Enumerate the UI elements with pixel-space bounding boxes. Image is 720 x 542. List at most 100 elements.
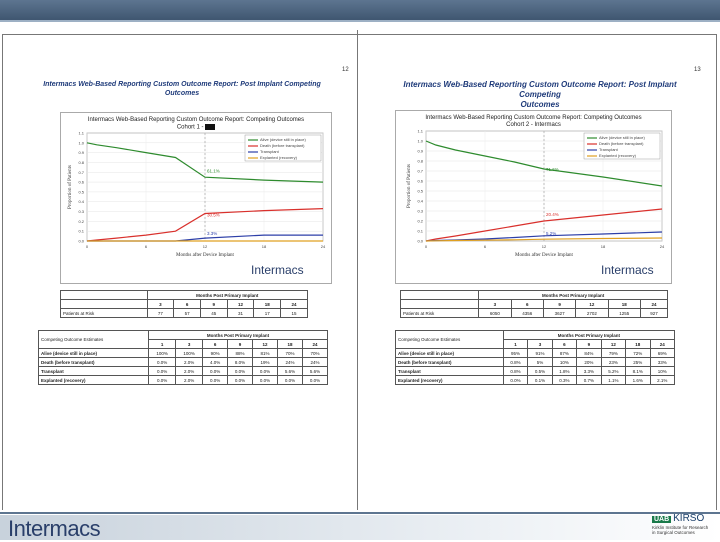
x-axis-label: Months after Device Implant — [176, 253, 235, 258]
table-col-header: 12 — [575, 299, 609, 309]
y-tick-label: 0.6 — [78, 180, 84, 185]
table-cell: 0.0% — [202, 375, 229, 385]
y-tick-label: 0.0 — [417, 239, 423, 244]
table-cell: 10% — [649, 366, 675, 376]
table-cell: 91% — [527, 348, 553, 358]
row-label: Death (before transplant) — [37, 357, 150, 367]
x-tick-label: 6 — [145, 244, 148, 249]
table-cell: 15 — [280, 308, 308, 318]
y-tick-label: 0.5 — [78, 189, 84, 194]
x-tick-label: 18 — [601, 244, 606, 249]
x-tick-label: 24 — [321, 244, 326, 249]
table-cell: 24% — [277, 357, 303, 367]
table-cell: 6050 — [478, 308, 512, 318]
table-cell: 70% — [277, 348, 303, 358]
table-cell: 33% — [649, 357, 675, 367]
table-col-header: 6 — [202, 339, 229, 349]
x-axis-label: Months after Device Implant — [515, 253, 574, 258]
table-cell: 72% — [625, 348, 651, 358]
legend-label: Death (before transplant) — [260, 143, 305, 148]
kirso-line2: in Surgical Outcomes — [652, 530, 695, 535]
data-label-death: 30.5% — [207, 212, 220, 217]
y-tick-label: 0.0 — [78, 239, 84, 244]
data-label-transplant: 3.3% — [207, 231, 217, 236]
table-row: Explanted (recovery) 0.0% 2.0% 0.0% 0.0% 0.0%… — [37, 375, 329, 385]
table-cell: 1.6% — [625, 375, 651, 385]
table-cell: 0.8% — [502, 357, 529, 367]
y-tick-label: 1.1 — [78, 131, 84, 136]
y-tick-label: 0.6 — [417, 179, 423, 184]
table-cell: 19% — [252, 357, 279, 367]
y-tick-label: 0.9 — [417, 149, 423, 154]
table-header: Months Post Primary Implant — [146, 290, 309, 300]
table-cell: 0.3% — [551, 375, 578, 385]
table-col-header: 12 — [600, 339, 627, 349]
table-label: Competing Outcome Estimates — [37, 330, 150, 349]
table-col-row: 3 6 9 12 18 24 — [399, 299, 669, 309]
table-cell: 5% — [527, 357, 553, 367]
row-label: Transplant — [395, 366, 504, 376]
data-label-alive: 61.1% — [207, 168, 220, 173]
y-tick-label: 0.3 — [417, 209, 423, 214]
left-report-title-line1: Intermacs Web-Based Reporting Custom Out… — [43, 81, 321, 88]
table-cell: 0.0% — [148, 357, 177, 367]
x-tick-label: 18 — [262, 244, 267, 249]
y-tick-label: 0.2 — [78, 219, 84, 224]
table-cell: 4.0% — [202, 357, 229, 367]
y-axis-label: Proportion of Patients — [68, 165, 73, 209]
table-cell: 3.3% — [576, 366, 602, 376]
table-cell: 81% — [252, 348, 279, 358]
right-chart-brand: Intermacs — [601, 263, 654, 277]
table-col-header: 18 — [253, 299, 282, 309]
table-row: Transplant 0.0% 2.0% 0.0% 0.0% 0.0% 5.6% 5.6% — [37, 366, 329, 376]
empty-cell — [399, 290, 480, 300]
row-label: Death (before transplant) — [395, 357, 504, 367]
table-cell: 0.0% — [277, 375, 303, 385]
table-cell: 5.6% — [277, 366, 303, 376]
table-cell: 20% — [576, 357, 602, 367]
table-col-header: 6 — [510, 299, 544, 309]
table-cell: 2702 — [575, 308, 609, 318]
left-chart-panel: Intermacs Web-Based Reporting Custom Out… — [60, 112, 332, 284]
table-cell: 0.0% — [252, 375, 279, 385]
table-cell: 2.0% — [175, 375, 204, 385]
table-cell: 100% — [175, 348, 204, 358]
table-cell: 25% — [625, 357, 651, 367]
x-tick-label: 24 — [660, 244, 665, 249]
table-col-header: 9 — [576, 339, 602, 349]
row-label: Alive (device still in place) — [37, 348, 150, 358]
table-cell: 0.0% — [301, 375, 329, 385]
table-col-header: 9 — [199, 299, 228, 309]
right-competing-outcomes-chart: 0.0 0.1 0.2 0.3 0.4 0.5 0.6 0.7 0.8 0.9 1.0 1.1 0 6 12… — [407, 129, 665, 259]
table-cell: 24% — [301, 357, 329, 367]
table-col-header: 3 — [146, 299, 175, 309]
table-cell: 95% — [502, 348, 529, 358]
table-cell: 0.0% — [502, 375, 529, 385]
table-col-header: 3 — [527, 339, 553, 349]
table-col-header: 24 — [280, 299, 308, 309]
left-report-title-line2: Outcomes — [164, 90, 200, 97]
table-label: Competing Outcome Estimates — [395, 330, 504, 349]
x-tick-label: 12 — [542, 244, 547, 249]
y-tick-label: 0.7 — [417, 169, 423, 174]
legend-label: Transplant — [260, 149, 280, 154]
table-cell: 31 — [226, 308, 255, 318]
y-tick-label: 0.1 — [78, 229, 84, 234]
table-cell: 0.0% — [202, 366, 229, 376]
table-cell: 57 — [173, 308, 201, 318]
table-row: Patients at Risk 77 57 45 31 17 15 — [60, 308, 308, 318]
empty-cell — [399, 299, 480, 309]
table-cell: 8.0% — [227, 357, 254, 367]
table-cell: 87% — [551, 348, 578, 358]
y-tick-label: 1.0 — [78, 140, 84, 145]
table-cell: 8.1% — [625, 366, 651, 376]
table-col-header: 12 — [252, 339, 279, 349]
table-cell: 77 — [146, 308, 175, 318]
table-row: Alive (device still in place) 95% 91% 87% 84… — [395, 348, 675, 358]
table-col-header: 9 — [227, 339, 254, 349]
bottom-banner-line — [0, 512, 720, 514]
table-cell: 90% — [202, 348, 229, 358]
row-label: Explanted (recovery) — [395, 375, 504, 385]
table-col-header: 3 — [478, 299, 512, 309]
right-chart-panel: Intermacs Web-Based Reporting Custom Out… — [395, 110, 672, 284]
